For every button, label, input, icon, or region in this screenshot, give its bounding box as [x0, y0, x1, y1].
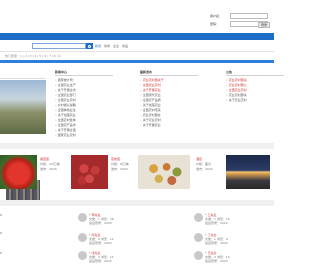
list-item[interactable]: 关于开展农业 — [140, 123, 198, 128]
member-meta: 文章：2 浏览：13 最后登录：2024 — [205, 255, 230, 263]
product-name[interactable]: 酒店 — [196, 157, 222, 161]
product-card[interactable]: 酒店 价格：面议 发布：2024 — [196, 155, 270, 191]
edge-avatar — [0, 252, 2, 254]
column-title: 最新发布 — [140, 70, 198, 76]
header: 用户名： 密码： 登录 — [0, 0, 274, 31]
member-item[interactable]: * 戊先生 文章：0 浏览：11 最后登录：2024 — [78, 250, 138, 264]
member-item[interactable]: * 丁先生 文章：1 浏览：9 最后登录：2024 — [194, 232, 254, 246]
product-price: 价格：10元/株 — [40, 162, 60, 166]
product-price: 价格：面议 — [196, 162, 212, 166]
banner-strip — [0, 60, 274, 63]
section-divider — [0, 143, 274, 149]
member-item[interactable]: * 甲先生 文章：1 浏览：26 最后登录：2024 — [78, 212, 138, 226]
username-row: 用户名： — [210, 12, 270, 20]
column-notice: 公告 农业农村部关 农业农村部公 全国农业农村 农业农村部关 关于农业农村 — [226, 70, 284, 103]
member-login: 最后登录：2024 — [205, 241, 228, 245]
username-label: 用户名： — [210, 14, 223, 18]
edge-avatar — [0, 214, 2, 216]
news-list: 国家统计局： 全国农业生产 关于开展全省 全国农业部门 全国农业农村 乡村振兴战… — [55, 78, 113, 138]
section-divider — [0, 200, 274, 206]
search-tabs: 新闻 供求 企业 商品 — [95, 44, 128, 48]
avatar[interactable] — [78, 251, 87, 260]
member-item[interactable]: * 丙先生 文章：0 浏览：12 最后登录：2024 — [78, 232, 138, 246]
avatar[interactable] — [194, 251, 203, 260]
member-item[interactable]: * 乙先生 文章：1 浏览：15 最后登录：2024 — [194, 212, 254, 226]
product-date: 发布：2024 — [111, 167, 128, 171]
photo-header — [0, 70, 46, 79]
member-meta: 文章：0 浏览：11 最后登录：2024 — [89, 255, 114, 263]
search-bar: 新闻 供求 企业 商品 — [0, 41, 274, 52]
search-input[interactable] — [32, 43, 86, 49]
column-title: 新闻中心 — [55, 70, 113, 76]
search-icon — [88, 44, 91, 48]
column-latest: 最新发布 农业农村部关于 全国农业农村 关于开展农业 全国现代农业 全国农产品质… — [140, 70, 198, 128]
product-image-lychee[interactable] — [71, 155, 108, 189]
avatar[interactable] — [194, 233, 203, 242]
product-name[interactable]: 番茄苗 — [40, 157, 66, 161]
member-meta: 文章：1 浏览：15 最后登录：2024 — [205, 217, 230, 225]
search-tab[interactable]: 企业 — [113, 44, 119, 48]
product-card[interactable] — [138, 155, 204, 191]
featured-photo[interactable] — [0, 80, 46, 202]
product-card[interactable]: 番茄苗 价格：10元/株 发布：2024 — [0, 155, 66, 191]
product-info: 酒店 价格：面议 发布：2024 — [196, 157, 222, 171]
product-date: 发布：2024 — [40, 167, 57, 171]
product-date: 发布：2024 — [196, 167, 213, 171]
product-image-tomato[interactable] — [0, 155, 37, 189]
search-tab[interactable]: 供求 — [104, 44, 110, 48]
product-price: 价格：8元/株 — [111, 162, 129, 166]
main-nav-bar[interactable] — [0, 33, 274, 40]
notice-list: 农业农村部关 农业农村部公 全国农业农村 农业农村部关 关于农业农村 — [226, 78, 284, 103]
username-input[interactable] — [230, 13, 268, 19]
member-login: 最后登录：2024 — [205, 221, 228, 225]
product-info: 荔枝苗 价格：8元/株 发布：2024 — [111, 157, 137, 171]
member-login: 最后登录：2024 — [89, 221, 112, 225]
column-news: 新闻中心 国家统计局： 全国农业生产 关于开展全省 全国农业部门 全国农业农村 … — [55, 70, 113, 138]
avatar[interactable] — [78, 213, 87, 222]
product-info: 番茄苗 价格：10元/株 发布：2024 — [40, 157, 66, 171]
product-card[interactable]: 荔枝苗 价格：8元/株 发布：2024 — [71, 155, 137, 191]
password-label: 密码： — [210, 22, 220, 26]
member-meta: 文章：0 浏览：12 最后登录：2024 — [89, 237, 114, 245]
member-meta: 文章：1 浏览：26 最后登录：2024 — [89, 217, 114, 225]
member-item[interactable]: * 己先生 文章：2 浏览：13 最后登录：2024 — [194, 250, 254, 264]
member-meta: 文章：1 浏览：9 最后登录：2024 — [205, 237, 228, 245]
hot-search-line[interactable]: 热门搜索：1 | 2 | 3 | 4 | 5 | 6 | 7 | 8 | 9 — [5, 54, 61, 58]
member-login: 最后登录：2024 — [89, 241, 112, 245]
product-name[interactable]: 荔枝苗 — [111, 157, 137, 161]
search-button[interactable] — [86, 43, 93, 49]
product-image-hotel[interactable] — [226, 155, 270, 189]
member-login: 最后登录：2024 — [205, 259, 228, 263]
latest-list: 农业农村部关于 全国农业农村 关于开展农业 全国现代农业 全国农产品质 关于加强… — [140, 78, 198, 128]
list-item[interactable]: 关于农业农村 — [226, 98, 284, 103]
member-login: 最后登录：2024 — [89, 259, 112, 263]
list-item[interactable]: 国家农业农村 — [55, 133, 113, 138]
edge-avatar — [0, 232, 2, 234]
column-title: 公告 — [226, 70, 284, 76]
login-button[interactable]: 登录 — [258, 22, 270, 28]
avatar[interactable] — [78, 233, 87, 242]
product-image-food[interactable] — [138, 155, 190, 189]
search-tab[interactable]: 商品 — [122, 44, 128, 48]
search-tab[interactable]: 新闻 — [95, 44, 101, 48]
avatar[interactable] — [194, 213, 203, 222]
